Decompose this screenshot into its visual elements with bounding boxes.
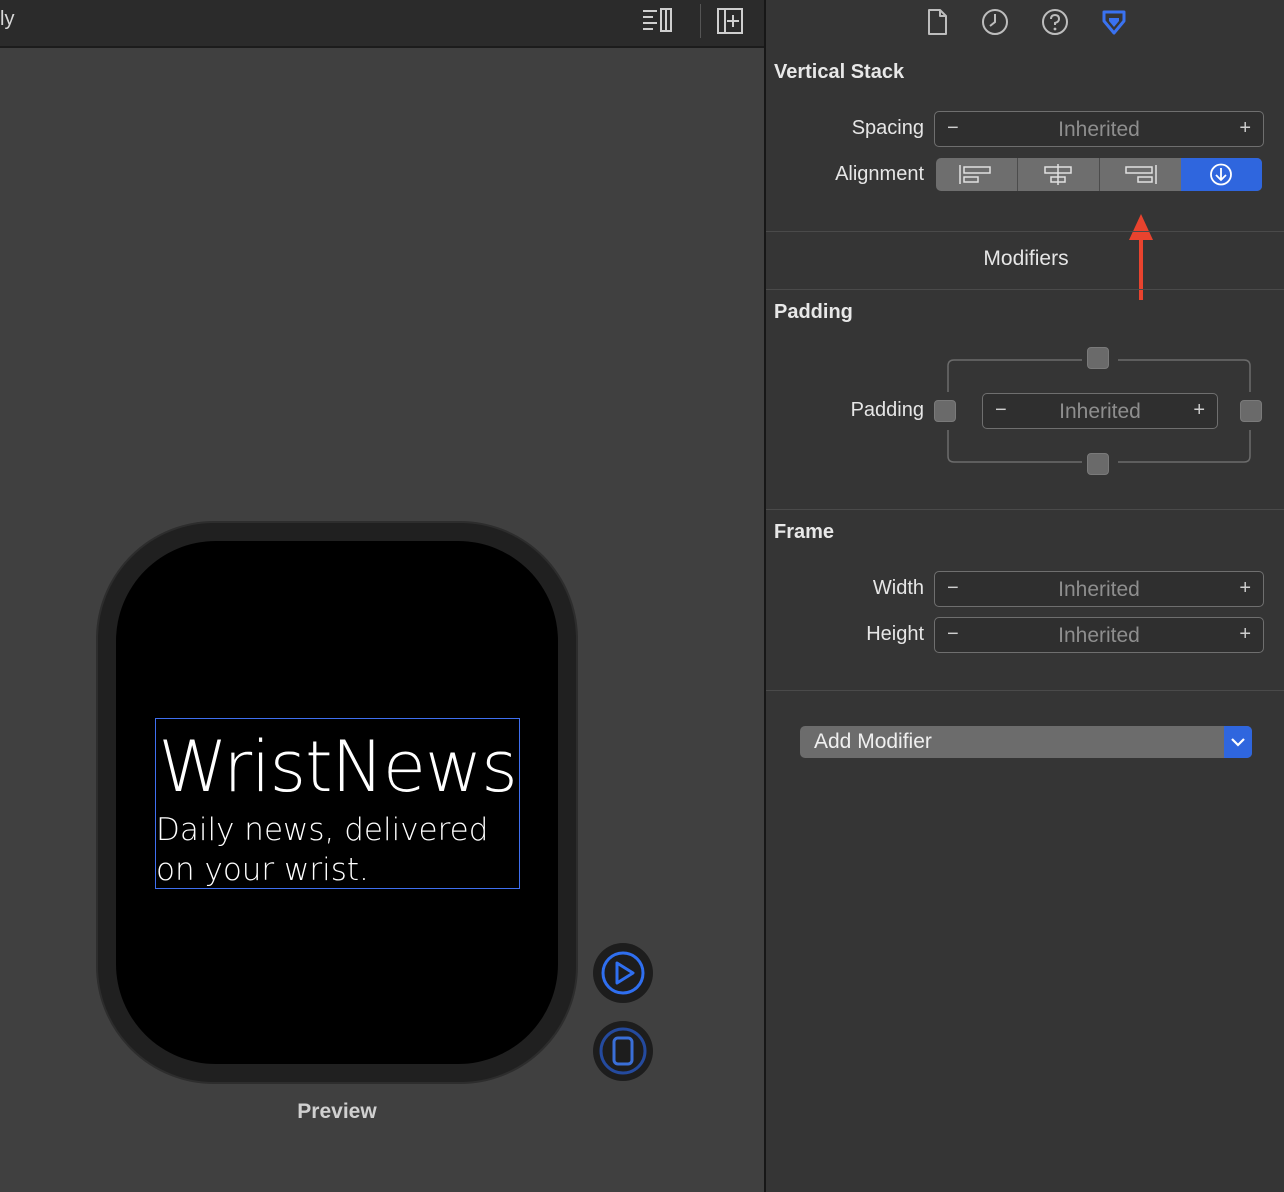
padding-value[interactable]: Inherited xyxy=(983,400,1217,424)
help-icon[interactable] xyxy=(1039,6,1071,38)
padding-top-checkbox[interactable] xyxy=(1087,347,1109,369)
add-modifier-popup-button[interactable]: Add Modifier xyxy=(800,726,1252,758)
spacing-label: Spacing xyxy=(851,117,924,139)
add-editor-icon[interactable] xyxy=(714,6,748,36)
preview-on-device-button[interactable] xyxy=(593,1021,653,1081)
height-increment-button[interactable]: + xyxy=(1239,623,1251,646)
preview-canvas: ly WristNews Daily news, delivered on yo… xyxy=(0,0,764,1192)
vertical-stack-title: Vertical Stack xyxy=(774,61,905,83)
inherited-arrow-down-icon xyxy=(1210,163,1232,186)
canvas-toolbar: ly xyxy=(0,0,764,48)
history-icon[interactable] xyxy=(979,6,1011,38)
align-leading-icon xyxy=(959,165,991,184)
padding-stepper[interactable]: − Inherited + xyxy=(982,393,1218,429)
editor-title: ly xyxy=(0,8,15,30)
align-inherited-segment[interactable] xyxy=(1181,158,1262,191)
align-trailing-segment[interactable] xyxy=(1100,158,1182,191)
attributes-icon[interactable] xyxy=(1098,6,1130,38)
spacing-increment-button[interactable]: + xyxy=(1239,117,1251,140)
file-icon[interactable] xyxy=(921,6,953,38)
add-modifier-label: Add Modifier xyxy=(814,730,932,753)
divider xyxy=(766,509,1284,510)
width-increment-button[interactable]: + xyxy=(1239,577,1251,600)
watch-title-text[interactable]: WristNews xyxy=(155,728,520,806)
play-icon xyxy=(601,951,645,995)
add-modifier-dropdown[interactable] xyxy=(1224,726,1252,758)
divider xyxy=(766,690,1284,691)
editor-options-icon[interactable] xyxy=(641,6,675,36)
align-leading-segment[interactable] xyxy=(936,158,1018,191)
height-stepper[interactable]: − Inherited + xyxy=(934,617,1264,653)
height-value[interactable]: Inherited xyxy=(935,624,1263,648)
width-label: Width xyxy=(872,577,924,599)
attributes-inspector: Vertical Stack Spacing − Inherited + Ali… xyxy=(764,0,1284,1192)
spacing-value[interactable]: Inherited xyxy=(935,118,1263,142)
toolbar-divider xyxy=(700,4,701,38)
device-icon xyxy=(599,1027,647,1075)
watch-subtitle-text[interactable]: Daily news, delivered on your wrist. xyxy=(156,810,526,890)
align-trailing-icon xyxy=(1125,165,1157,184)
align-center-segment[interactable] xyxy=(1018,158,1100,191)
live-preview-button[interactable] xyxy=(593,943,653,1003)
padding-bottom-checkbox[interactable] xyxy=(1087,453,1109,475)
width-stepper[interactable]: − Inherited + xyxy=(934,571,1264,607)
frame-title: Frame xyxy=(774,521,835,543)
divider xyxy=(766,289,1284,290)
spacing-stepper[interactable]: − Inherited + xyxy=(934,111,1264,147)
align-center-icon xyxy=(1044,164,1072,185)
divider xyxy=(766,231,1284,232)
padding-trailing-checkbox[interactable] xyxy=(1240,400,1262,422)
chevron-down-icon xyxy=(1231,738,1245,747)
alignment-label: Alignment xyxy=(835,163,924,185)
height-label: Height xyxy=(866,623,924,645)
modifiers-header: Modifiers xyxy=(983,247,1069,270)
padding-label: Padding xyxy=(850,399,924,421)
width-value[interactable]: Inherited xyxy=(935,578,1263,602)
preview-label: Preview xyxy=(297,1100,377,1123)
padding-leading-checkbox[interactable] xyxy=(934,400,956,422)
padding-increment-button[interactable]: + xyxy=(1193,399,1205,422)
padding-title: Padding xyxy=(774,301,853,323)
alignment-segmented-control[interactable] xyxy=(936,158,1262,191)
